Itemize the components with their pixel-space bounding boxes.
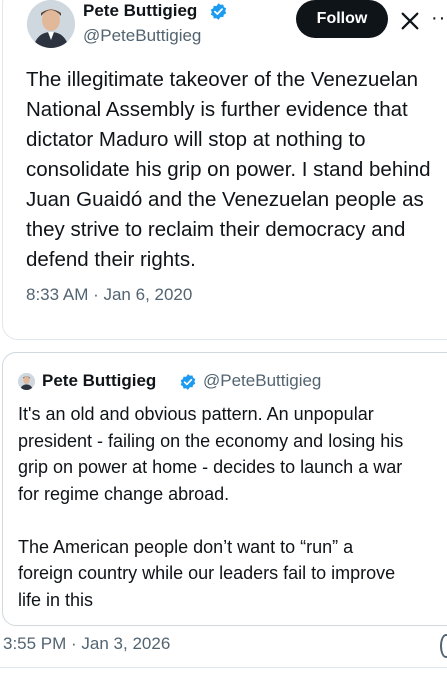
more-icon[interactable]: ··· xyxy=(431,7,447,30)
quoted-tweet-timestamp[interactable]: 3:55 PM · Jan 3, 2026 xyxy=(3,634,170,654)
author-avatar[interactable] xyxy=(27,0,75,48)
quoted-tweet-card[interactable]: Pete Buttigieg @PeteButtigieg It's an ol… xyxy=(2,352,447,626)
x-logo-icon[interactable] xyxy=(399,10,421,32)
tweet-text: The illegitimate takeover of the Venezue… xyxy=(26,68,431,271)
quoted-author-name: Pete Buttigieg xyxy=(42,371,157,390)
follow-button[interactable]: Follow xyxy=(296,0,388,38)
author-name[interactable]: Pete Buttigieg xyxy=(83,1,197,21)
quoted-author-avatar xyxy=(18,373,35,390)
quoted-author-handle: @PeteButtigieg xyxy=(203,371,322,390)
tweet-timestamp[interactable]: 8:33 AM · Jan 6, 2020 xyxy=(26,285,192,305)
verified-badge-icon xyxy=(210,3,227,20)
quoted-tweet-text: It's an old and obvious pattern. An unpo… xyxy=(18,404,404,610)
info-icon[interactable] xyxy=(440,634,447,658)
divider xyxy=(0,667,447,668)
verified-badge-icon xyxy=(180,374,196,390)
author-handle[interactable]: @PeteButtigieg xyxy=(83,26,201,46)
tweet-card: Pete Buttigieg @PeteButtigieg Follow ···… xyxy=(2,0,447,340)
